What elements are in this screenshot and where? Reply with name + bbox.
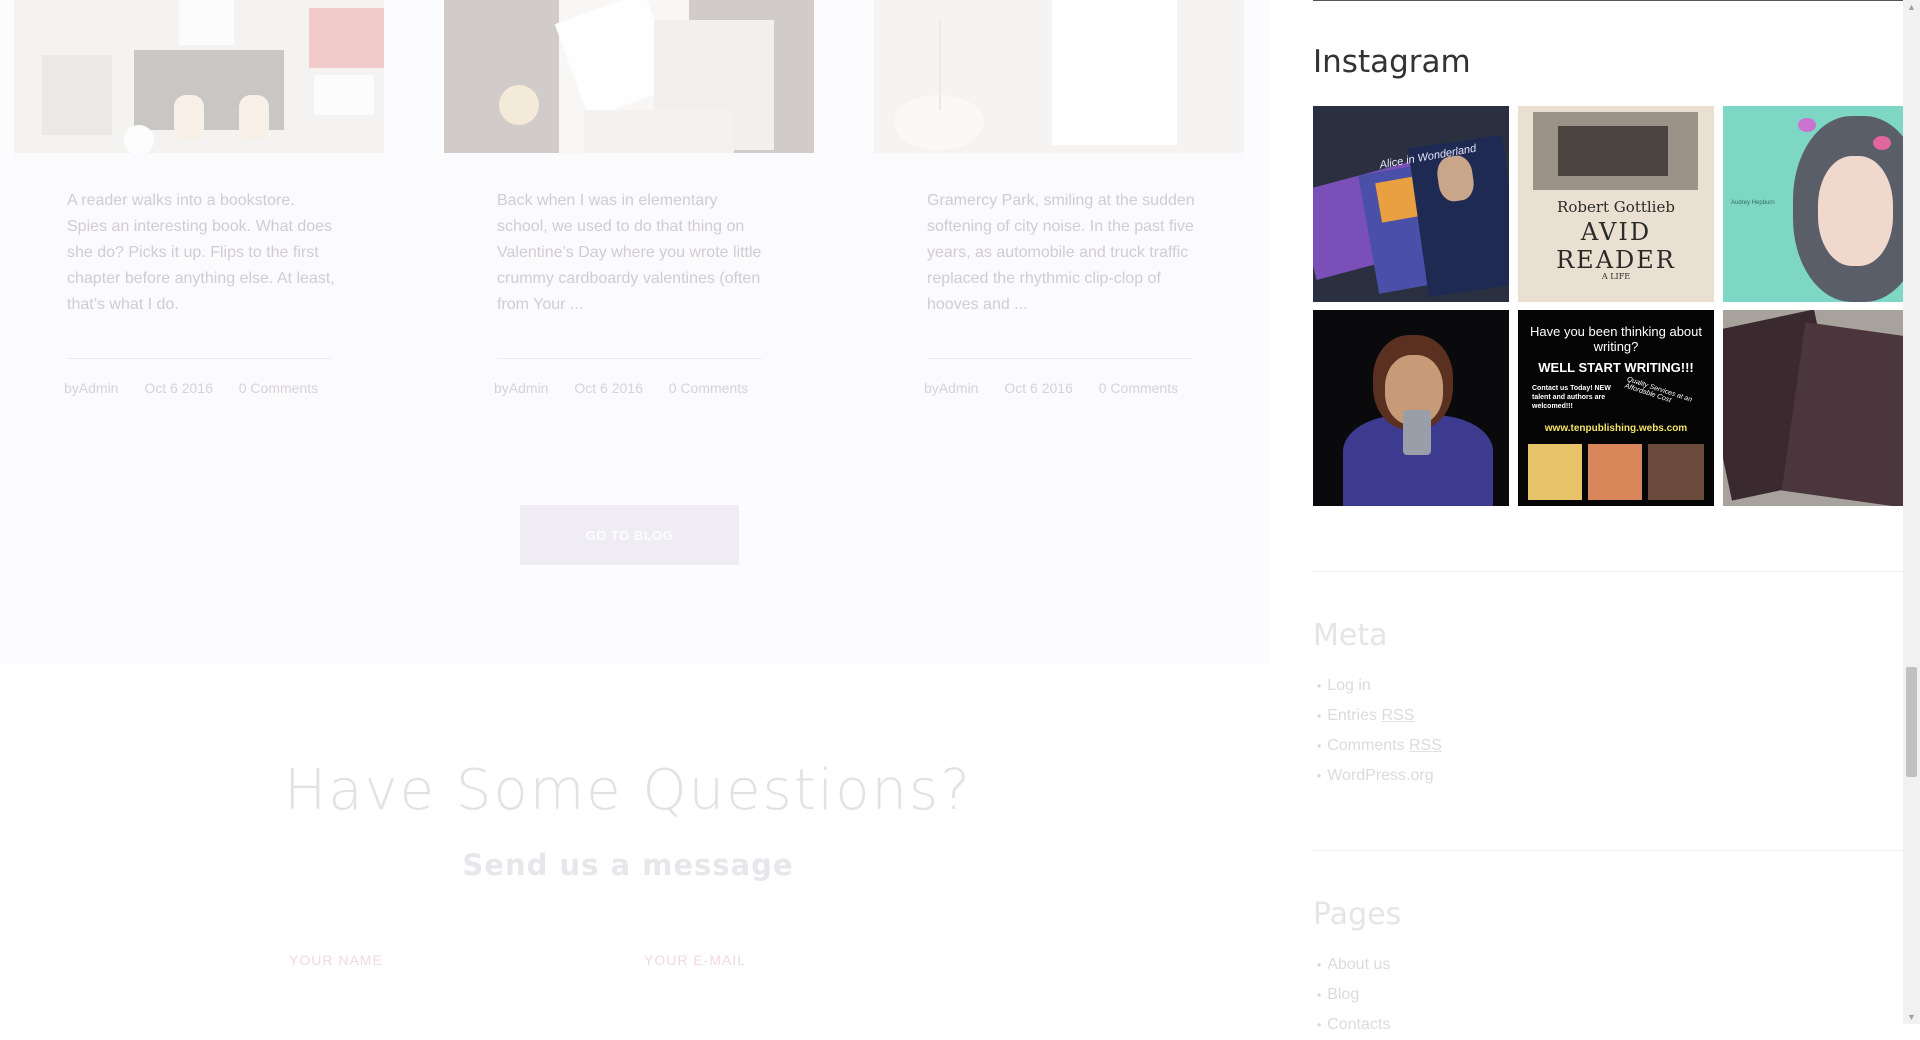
blog-card-excerpt: Back when I was in elementary school, we…	[497, 192, 762, 313]
blog-card-meta: byAdmin Oct 6 2016 0 Comments	[924, 380, 1224, 396]
blog-card: Gramercy Park, smiling at the sudden sof…	[874, 0, 1244, 440]
bullet-icon: •	[1317, 769, 1322, 783]
instagram-photo[interactable]	[1313, 310, 1509, 506]
pages-item[interactable]: • About us	[1313, 950, 1390, 980]
comments-link[interactable]: 0 Comments	[239, 380, 318, 396]
author-link[interactable]: byAdmin	[494, 380, 548, 396]
divider	[497, 358, 762, 359]
scrollbar[interactable]	[1903, 0, 1920, 1024]
bullet-icon: •	[1317, 739, 1322, 753]
blog-card: Back when I was in elementary school, we…	[444, 0, 814, 440]
meta-item[interactable]: • Log in	[1313, 671, 1442, 701]
ad-url: www.tenpublishing.webs.com	[1544, 423, 1688, 434]
divider	[1313, 0, 1903, 1]
rss-abbr[interactable]: RSS	[1409, 737, 1442, 754]
post-date: Oct 6 2016	[1004, 380, 1073, 396]
blog-section: A reader walks into a bookstore. Spies a…	[0, 0, 1270, 665]
blog-card-image[interactable]	[444, 0, 814, 153]
bullet-icon: •	[1317, 679, 1322, 693]
sidebar: Instagram Alice in Wonderland Robert Got…	[1313, 0, 1904, 1033]
ad-headline: Have you been thinking about writing?	[1529, 324, 1702, 354]
meta-link[interactable]: Entries	[1327, 707, 1381, 724]
instagram-title: Instagram	[1313, 44, 1471, 80]
instagram-photo[interactable]	[1723, 310, 1904, 506]
divider	[1313, 571, 1903, 572]
blog-card-meta: byAdmin Oct 6 2016 0 Comments	[494, 380, 794, 396]
bullet-icon: •	[1317, 988, 1322, 1002]
name-input[interactable]	[289, 948, 589, 972]
blog-card-excerpt: A reader walks into a bookstore. Spies a…	[67, 192, 335, 313]
meta-link[interactable]: WordPress.org	[1327, 767, 1433, 784]
pages-title: Pages	[1313, 897, 1402, 932]
instagram-photo[interactable]: Alice in Wonderland	[1313, 106, 1509, 302]
blog-card-image[interactable]	[14, 0, 384, 153]
blog-card-meta: byAdmin Oct 6 2016 0 Comments	[64, 380, 364, 396]
ad-subheadline: WELL START WRITING!!!	[1538, 360, 1694, 375]
book-subtitle: A LIFE	[1601, 272, 1631, 281]
pages-link[interactable]: About us	[1327, 956, 1390, 973]
divider	[1313, 850, 1903, 851]
meta-item[interactable]: • Entries RSS	[1313, 701, 1442, 731]
book-title: AVID READER	[1556, 218, 1676, 274]
blog-card: A reader walks into a bookstore. Spies a…	[14, 0, 384, 440]
pages-link[interactable]: Contacts	[1327, 1016, 1390, 1033]
bullet-icon: •	[1317, 1018, 1322, 1032]
author-link[interactable]: byAdmin	[924, 380, 978, 396]
meta-link[interactable]: Log in	[1327, 677, 1371, 694]
pages-item[interactable]: • Blog	[1313, 980, 1390, 1010]
blog-card-excerpt: Gramercy Park, smiling at the sudden sof…	[927, 192, 1195, 313]
instagram-photo[interactable]: Audrey Hepburn	[1723, 106, 1904, 302]
photo-caption: Audrey Hepburn	[1731, 200, 1775, 206]
post-date: Oct 6 2016	[574, 380, 643, 396]
comments-link[interactable]: 0 Comments	[669, 380, 748, 396]
comments-link[interactable]: 0 Comments	[1099, 380, 1178, 396]
ad-text: Contact us Today! NEW talent and authors…	[1532, 385, 1611, 410]
divider	[927, 358, 1192, 359]
meta-title: Meta	[1313, 618, 1388, 653]
divider	[67, 358, 332, 359]
rss-abbr[interactable]: RSS	[1381, 707, 1414, 724]
author-link[interactable]: byAdmin	[64, 380, 118, 396]
pages-link[interactable]: Blog	[1327, 986, 1359, 1003]
meta-link[interactable]: Comments	[1327, 737, 1409, 754]
post-date: Oct 6 2016	[144, 380, 213, 396]
meta-item[interactable]: • WordPress.org	[1313, 761, 1442, 791]
pages-item[interactable]: • Contacts	[1313, 1010, 1390, 1040]
instagram-photo[interactable]: Robert Gottlieb AVID READER A LIFE	[1518, 106, 1714, 302]
scrollbar-thumb[interactable]	[1906, 667, 1917, 777]
contact-subtitle: Send us a message	[462, 848, 794, 882]
instagram-photo[interactable]: Have you been thinking about writing? WE…	[1518, 310, 1714, 506]
email-input[interactable]	[644, 948, 944, 972]
book-author: Robert Gottlieb	[1557, 198, 1675, 216]
ad-text: Quality Services at an Affordable Cost	[1623, 375, 1693, 405]
meta-list: • Log in • Entries RSS • Comments RSS • Word…	[1313, 671, 1442, 791]
pages-list: • About us • Blog • Contacts	[1313, 950, 1390, 1040]
scroll-down-arrow-icon[interactable]: ▼	[1903, 1010, 1920, 1024]
bullet-icon: •	[1317, 958, 1322, 972]
go-to-blog-button[interactable]: GO TO BLOG	[520, 505, 739, 565]
scroll-up-arrow-icon[interactable]: ▲	[1903, 0, 1920, 14]
meta-item[interactable]: • Comments RSS	[1313, 731, 1442, 761]
bullet-icon: •	[1317, 709, 1322, 723]
contact-title: Have Some Questions?	[284, 758, 972, 823]
blog-card-image[interactable]	[874, 0, 1244, 153]
